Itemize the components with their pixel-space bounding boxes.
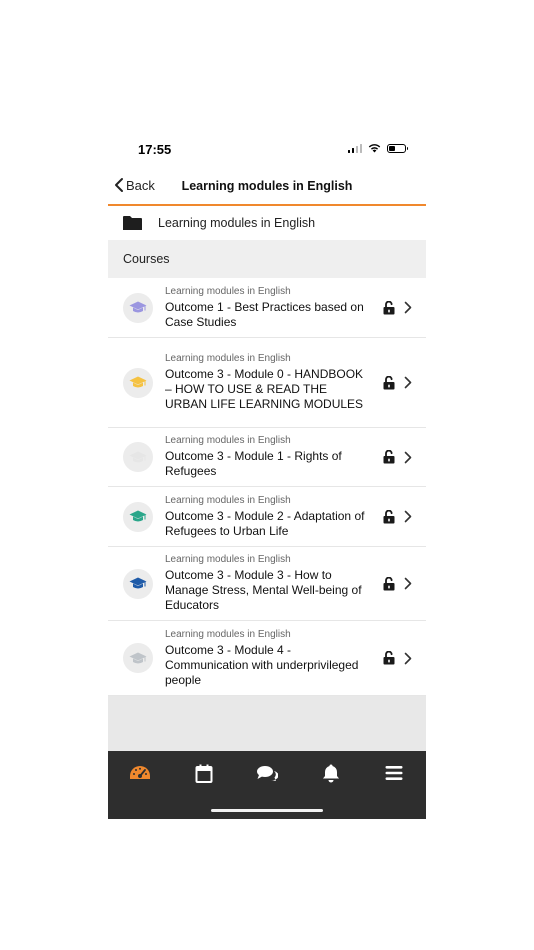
- graduation-cap-icon: [123, 292, 153, 323]
- course-category: Learning modules in English: [165, 285, 291, 297]
- unlocked-icon: [382, 650, 396, 666]
- course-category: Learning modules in English: [165, 494, 291, 506]
- notifications-icon: [323, 764, 339, 783]
- unlocked-icon: [382, 300, 396, 316]
- graduation-cap-icon: [123, 501, 153, 532]
- chevron-right-icon: [404, 577, 414, 591]
- graduation-cap-icon: [123, 367, 153, 398]
- chevron-right-icon: [404, 450, 414, 464]
- graduation-cap-icon: [123, 442, 153, 472]
- dashboard-icon: [130, 766, 150, 779]
- course-item[interactable]: Learning modules in English Outcome 3 - …: [108, 428, 426, 487]
- tab-messages[interactable]: [252, 762, 282, 784]
- course-name: Outcome 3 - Module 2 - Adaptation of Ref…: [165, 508, 365, 538]
- category-breadcrumb[interactable]: Learning modules in English: [108, 206, 426, 241]
- courses-section-header: Courses: [108, 240, 426, 278]
- folder-icon: [122, 215, 144, 231]
- cellular-signal-icon: [347, 143, 362, 153]
- course-list: Learning modules in English Outcome 1 - …: [108, 278, 426, 696]
- course-category: Learning modules in English: [165, 435, 291, 446]
- category-label: Learning modules in English: [158, 216, 316, 230]
- chevron-right-icon: [404, 651, 414, 665]
- battery-icon: [387, 143, 408, 153]
- graduation-cap-icon: [123, 568, 153, 599]
- top-navigation-bar: Back Learning modules in English: [108, 168, 426, 206]
- empty-area: [108, 696, 426, 751]
- graduation-cap-icon: [123, 643, 153, 673]
- course-item[interactable]: Learning modules in English Outcome 3 - …: [108, 338, 426, 428]
- course-name: Outcome 3 - Module 3 - How to Manage Str…: [165, 568, 362, 612]
- unlocked-icon: [382, 509, 396, 525]
- status-icons: [347, 143, 408, 153]
- tab-notifications[interactable]: [316, 762, 346, 784]
- page-title: Learning modules in English: [181, 179, 353, 193]
- status-bar: 17:55: [108, 130, 426, 168]
- messages-icon: [257, 765, 278, 781]
- course-name: Outcome 1 - Best Practices based on Case…: [165, 299, 364, 329]
- unlocked-icon: [382, 375, 396, 391]
- app-screen: 17:55 Back Learning modules in English L…: [108, 130, 426, 819]
- calendar-icon: [195, 764, 213, 783]
- bottom-tab-bar: [108, 751, 426, 819]
- unlocked-icon: [382, 449, 396, 465]
- tab-menu[interactable]: [379, 762, 409, 784]
- course-category: Learning modules in English: [165, 628, 291, 640]
- course-name: Outcome 3 - Module 4 - Communication wit…: [165, 642, 359, 687]
- wifi-icon: [368, 144, 381, 153]
- course-item[interactable]: Learning modules in English Outcome 1 - …: [108, 278, 426, 338]
- course-item[interactable]: Learning modules in English Outcome 3 - …: [108, 621, 426, 696]
- tab-dashboard[interactable]: [125, 762, 155, 784]
- course-category: Learning modules in English: [165, 353, 291, 364]
- course-name: Outcome 3 - Module 1 - Rights of Refugee…: [165, 449, 342, 478]
- status-time: 17:55: [138, 142, 172, 157]
- course-item[interactable]: Learning modules in English Outcome 3 - …: [108, 547, 426, 621]
- chevron-right-icon: [404, 376, 414, 390]
- course-item[interactable]: Learning modules in English Outcome 3 - …: [108, 487, 426, 547]
- home-indicator: [211, 809, 323, 812]
- tab-calendar[interactable]: [189, 762, 219, 784]
- section-title: Courses: [123, 252, 170, 266]
- chevron-right-icon: [404, 510, 414, 524]
- menu-icon: [385, 766, 403, 780]
- unlocked-icon: [382, 576, 396, 592]
- course-category: Learning modules in English: [165, 554, 291, 565]
- chevron-right-icon: [404, 301, 414, 315]
- course-name: Outcome 3 - Module 0 - HANDBOOK – HOW TO…: [165, 367, 364, 411]
